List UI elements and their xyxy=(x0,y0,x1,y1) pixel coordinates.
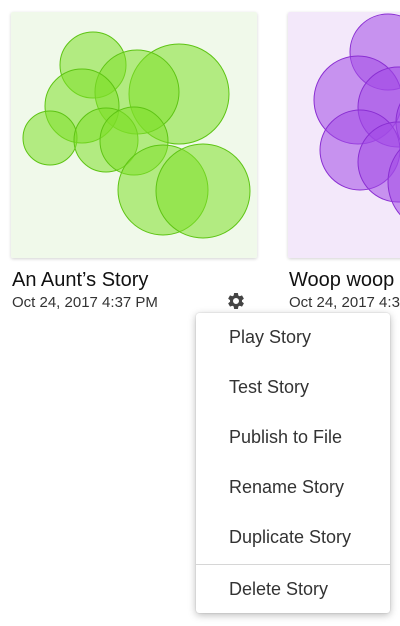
story-card[interactable]: An Aunt’s Story Oct 24, 2017 4:37 PM xyxy=(11,12,257,311)
story-title[interactable]: Woop woop xyxy=(289,268,394,292)
delete-story-menu-item[interactable]: Delete Story xyxy=(196,565,390,613)
story-preview-graphic xyxy=(288,12,400,258)
duplicate-story-menu-item[interactable]: Duplicate Story xyxy=(196,513,390,561)
preview-bubble xyxy=(155,143,251,239)
preview-bubble xyxy=(22,110,78,166)
story-date: Oct 24, 2017 4:37 PM xyxy=(289,294,400,311)
story-preview[interactable] xyxy=(11,12,257,258)
story-settings-button[interactable] xyxy=(224,289,248,313)
test-story-menu-item[interactable]: Test Story xyxy=(196,363,390,411)
story-title[interactable]: An Aunt’s Story xyxy=(12,268,148,292)
rename-story-menu-item[interactable]: Rename Story xyxy=(196,463,390,511)
play-story-menu-item[interactable]: Play Story xyxy=(196,313,390,361)
story-library: An Aunt’s Story Oct 24, 2017 4:37 PM Woo… xyxy=(0,0,400,626)
story-preview[interactable] xyxy=(288,12,400,258)
gear-icon xyxy=(228,292,244,309)
story-preview-graphic xyxy=(11,12,257,258)
story-date: Oct 24, 2017 4:37 PM xyxy=(12,294,158,311)
story-card[interactable]: Woop woop Oct 24, 2017 4:37 PM xyxy=(288,12,400,311)
story-actions-menu: Play Story Test Story Publish to File Re… xyxy=(196,313,390,613)
publish-to-file-menu-item[interactable]: Publish to File xyxy=(196,413,390,461)
